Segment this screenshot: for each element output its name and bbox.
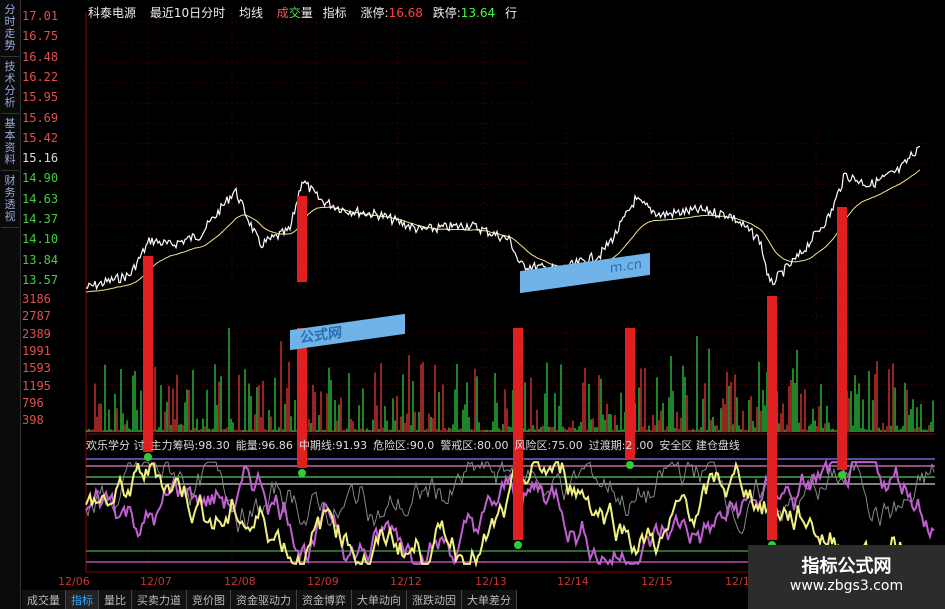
bottom-tab[interactable]: 资金博弈 [297,590,352,609]
signal-dot [514,541,522,549]
watermark-url: www.zbgs3.com [789,578,904,594]
volume-tick-label: 1593 [22,361,51,376]
price-tick-label: 13.57 [22,272,59,287]
header-more: 行 [504,6,517,20]
date-tick-label: 12/06 [58,575,90,588]
signal-bar [837,207,847,470]
bottom-tab[interactable]: 买卖力道 [132,590,187,609]
price-tick-label: 17.01 [22,9,59,23]
price-tick-label: 14.90 [22,171,59,186]
date-tick-label: 12/13 [475,575,507,588]
price-tick-label: 14.10 [22,232,59,247]
signal-bar [143,256,153,452]
indicator-legend-item: 警戒区:80.00 [440,439,509,452]
volume-tick-label: 1195 [22,378,51,393]
volume-tick-label: 1991 [22,343,51,358]
date-tick-label: 12/09 [307,575,339,588]
masked-area-top-right [535,0,945,125]
signal-bar [767,296,777,540]
price-tick-label: 13.84 [22,252,59,267]
price-tick-label: 15.95 [22,90,59,105]
stock-name: 科泰电源 [88,6,137,20]
date-tick-label: 12/14 [557,575,589,588]
volume-tick-label: 2787 [22,309,51,324]
price-tick-label: 15.16 [22,151,59,166]
vol-label-1: 成 [276,6,289,20]
signal-dot [626,461,634,469]
bottom-tab[interactable]: 大单差分 [462,590,517,609]
signal-dot [298,469,306,477]
price-tick-label: 15.42 [22,130,59,145]
bottom-tab[interactable]: 大单动向 [352,590,407,609]
limit-up-label: 涨停: [360,6,389,20]
price-tick-label: 16.48 [22,49,59,64]
volume-tick-label: 3186 [22,292,51,306]
volume-tick-label: 2389 [22,326,51,341]
avg-label: 均线 [238,6,263,20]
watermark-title: 指标公式网 [801,556,892,577]
masked-area-center [210,282,735,328]
date-tick-label: 12/12 [390,575,422,588]
price-tick-label: 14.63 [22,191,59,206]
indicator-legend-item: 风险区:75.00 [514,439,583,452]
intraday-price-line [85,145,921,291]
signal-dot [144,453,152,461]
volume-tick-label: 796 [22,395,44,410]
indicator-legend-item: 主力筹码:98.30 [150,439,230,452]
bottom-tab[interactable]: 成交量 [22,590,66,609]
stamp-text-bottom: 公式网 [300,324,342,347]
bottom-tab[interactable]: 资金驱动力 [231,590,297,609]
volume-tick-label: 398 [22,413,44,428]
bottom-tab[interactable]: 指标 [66,590,99,609]
date-tick-label: 12/08 [224,575,256,588]
chart-header: 科泰电源 最近10日分时 均线 成交量 指标 涨停:16.68 跌停:13.64… [88,4,527,21]
vol-label-2: 交 [288,6,301,20]
signal-bar [513,326,523,540]
signal-dot [838,471,846,479]
limit-up-value: 16.68 [388,6,423,20]
price-tick-label: 16.22 [22,69,59,84]
limit-down-value: 13.64 [460,6,496,20]
price-tick-label: 14.37 [22,212,59,226]
average-price-line [86,169,921,293]
limit-down-label: 跌停: [432,6,461,20]
indicator-legend-item: 安全区 建仓盘线 [659,439,740,452]
vol-label-3: 量 [300,6,313,20]
stamp-text-top: m.cn [609,256,642,277]
indicator-legend: 欢乐学分 讨主力筹码:98.30 能量:96.86 中期线:91.93 危险区:90.… [86,437,746,453]
indicator-legend-item: 中期线:91.93 [298,439,368,452]
price-tick-label: 15.69 [22,110,59,125]
indicator-legend-item: 过渡期:2 .00 [588,439,654,452]
indicator-label[interactable]: 指标 [323,6,347,20]
bottom-tab[interactable]: 涨跌动因 [407,590,462,609]
price-tick-label: 16.75 [22,29,59,44]
indicator-legend-item: 危险区:90.0 [373,439,435,452]
stock-chart-window: 分时走势 技术分析 基本资料 财务透视 科泰电源 最近10日分时 均线 成交量 … [0,0,945,609]
date-tick-label: 12/07 [140,575,172,588]
period-label: 最近10日分时 [149,6,226,20]
indicator-legend-item: 欢乐学分 讨 [86,439,145,452]
bottom-tab[interactable]: 竞价图 [187,590,231,609]
date-tick-label: 12/15 [641,575,673,588]
bottom-tab-bar: 成交量 指标 量比 买卖力道 竞价图 资金驱动力 资金博弈 大单动向 涨跌动因 大单差分 [22,590,517,609]
indicator-legend-item: 能量:96.86 [235,439,293,452]
bottom-tab[interactable]: 量比 [99,590,132,609]
